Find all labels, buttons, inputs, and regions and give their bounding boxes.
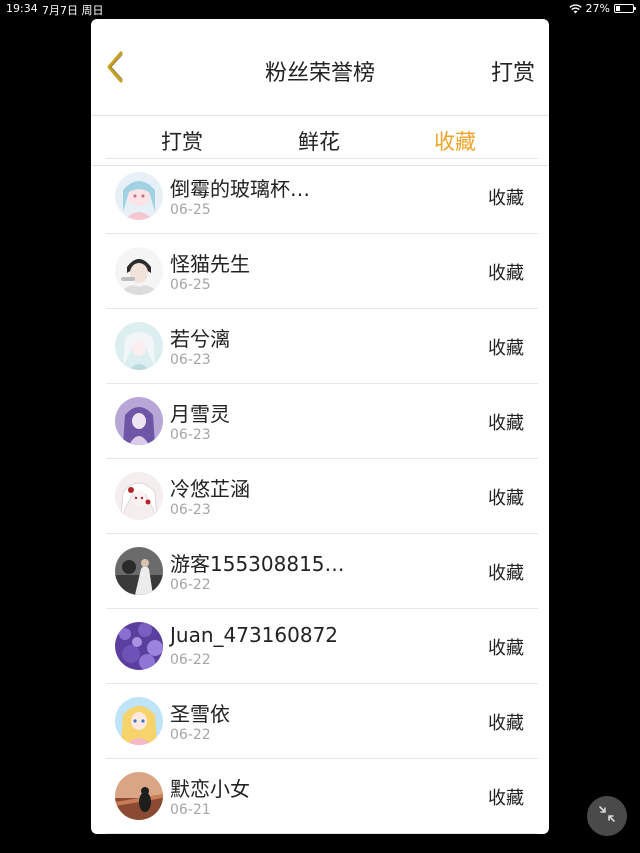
avatar [115, 172, 163, 220]
fan-date: 06-23 [170, 427, 211, 443]
fan-action: 收藏 [488, 413, 524, 434]
avatar [115, 472, 163, 520]
avatar [115, 772, 163, 820]
list-item[interactable]: 圣雪依 06-22 收藏 [106, 684, 538, 759]
fan-name: 月雪灵 [170, 402, 230, 426]
avatar [115, 697, 163, 745]
battery-icon [614, 4, 636, 13]
list-item[interactable]: 默恋小女 06-21 收藏 [106, 759, 538, 834]
list-item[interactable]: Juan_473160872 06-22 收藏 [106, 609, 538, 684]
status-right: 27% [568, 2, 636, 15]
wifi-icon [568, 3, 582, 14]
fan-name: 倒霉的玻璃杯… [170, 177, 310, 201]
list-item[interactable]: 月雪灵 06-23 收藏 [106, 384, 538, 459]
page-title: 粉丝荣誉榜 [264, 61, 375, 86]
fan-date: 06-25 [170, 277, 211, 293]
fan-name: 若兮漓 [170, 327, 230, 351]
nav-bar: 粉丝荣誉榜 打赏 [91, 19, 549, 116]
fan-name: 默恋小女 [170, 777, 250, 801]
fan-date: 06-22 [170, 727, 211, 743]
fan-action: 收藏 [488, 638, 524, 659]
fan-name: 怪猫先生 [170, 252, 250, 276]
collapse-button[interactable] [587, 796, 627, 836]
status-date: 7月7日 周日 [42, 4, 104, 17]
list-item[interactable]: 倒霉的玻璃杯… 06-25 收藏 [106, 159, 538, 234]
collapse-arrows-icon [597, 804, 617, 828]
avatar [115, 397, 163, 445]
list-item[interactable]: 冷悠芷涵 06-23 收藏 [106, 459, 538, 534]
list-item[interactable]: 若兮漓 06-23 收藏 [106, 309, 538, 384]
avatar [115, 622, 163, 670]
fan-date: 06-21 [170, 802, 211, 818]
tab-flowers[interactable]: 鲜花 [259, 126, 379, 156]
fan-name: 圣雪依 [170, 702, 230, 726]
fan-date: 06-23 [170, 352, 211, 368]
tab-favorites[interactable]: 收藏 [395, 126, 515, 156]
screen: 19:34 7月7日 周日 27% 粉丝荣誉榜 打赏 打赏 鲜花 收藏 倒霉的玻… [0, 0, 640, 853]
fan-name: 冷悠芷涵 [170, 477, 250, 501]
fans-honor-modal: 粉丝荣誉榜 打赏 打赏 鲜花 收藏 倒霉的玻璃杯… 06-25 收藏 怪猫先生 [91, 19, 549, 834]
fan-action: 收藏 [488, 188, 524, 209]
status-time: 19:34 [6, 2, 38, 15]
fan-action: 收藏 [488, 563, 524, 584]
fan-date: 06-22 [170, 652, 211, 668]
list-item[interactable]: 怪猫先生 06-25 收藏 [106, 234, 538, 309]
avatar [115, 547, 163, 595]
status-bar: 19:34 7月7日 周日 27% [0, 0, 640, 18]
fan-date: 06-23 [170, 502, 211, 518]
reward-button[interactable]: 打赏 [491, 55, 535, 87]
fan-action: 收藏 [488, 713, 524, 734]
tab-reward[interactable]: 打赏 [122, 126, 242, 156]
fan-name: Juan_473160872 [170, 623, 339, 647]
avatar [115, 322, 163, 370]
avatar [115, 247, 163, 295]
fan-action: 收藏 [488, 488, 524, 509]
battery-percent: 27% [585, 2, 610, 15]
fan-action: 收藏 [488, 338, 524, 359]
fan-name: 游客155308815… [170, 552, 345, 576]
fans-list: 倒霉的玻璃杯… 06-25 收藏 怪猫先生 06-25 收藏 若兮漓 06-23… [106, 158, 538, 834]
fan-date: 06-22 [170, 577, 211, 593]
fan-date: 06-25 [170, 202, 211, 218]
fan-action: 收藏 [488, 263, 524, 284]
list-item[interactable]: 游客155308815… 06-22 收藏 [106, 534, 538, 609]
fan-action: 收藏 [488, 788, 524, 809]
